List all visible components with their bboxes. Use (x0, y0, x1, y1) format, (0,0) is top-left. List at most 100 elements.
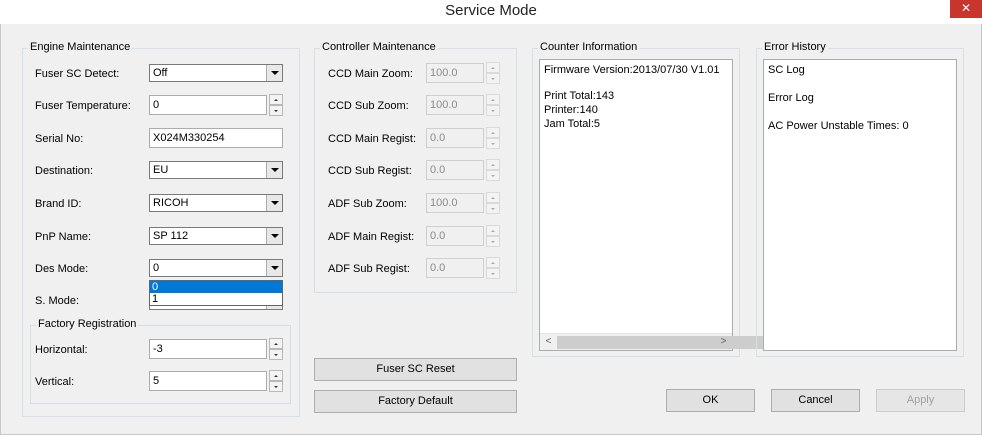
adf-main-regist-value: 0.0 (430, 230, 446, 242)
scroll-right-icon[interactable]: > (715, 334, 732, 351)
spin-down-icon[interactable] (486, 268, 500, 279)
list-item: Printer:140 (544, 104, 598, 116)
des-mode-value: 0 (153, 262, 160, 274)
title-bar: Service Mode ✕ (0, 0, 982, 24)
ccd-sub-zoom-value: 100.0 (430, 99, 458, 111)
spin-up-icon[interactable] (269, 94, 283, 105)
spin-down-icon[interactable] (486, 170, 500, 181)
spin-down-icon[interactable] (486, 138, 500, 149)
ccd-sub-zoom-field[interactable]: 100.0 (426, 95, 484, 115)
vertical-field[interactable]: 5 (149, 371, 267, 391)
spin-down-icon[interactable] (269, 381, 283, 392)
fuser-temperature-value: 0 (153, 99, 160, 111)
adf-sub-regist-label: ADF Sub Regist: (328, 263, 410, 275)
destination-select[interactable]: EU (149, 161, 283, 179)
pnp-name-label: PnP Name: (35, 231, 92, 243)
adf-sub-regist-field[interactable]: 0.0 (426, 258, 484, 278)
brand-id-value: RICOH (153, 197, 189, 209)
fuser-temperature-spinner[interactable] (269, 94, 283, 116)
ccd-main-regist-spinner[interactable] (486, 127, 500, 149)
fuser-temperature-field[interactable]: 0 (149, 95, 267, 115)
destination-label: Destination: (35, 165, 94, 177)
ok-button[interactable]: OK (666, 389, 755, 412)
scroll-left-icon[interactable]: < (540, 334, 557, 351)
ccd-sub-regist-label: CCD Sub Regist: (328, 165, 412, 177)
adf-sub-zoom-field[interactable]: 100.0 (426, 193, 484, 213)
chevron-down-icon[interactable] (266, 65, 282, 81)
fuser-sc-reset-button[interactable]: Fuser SC Reset (314, 358, 517, 381)
cancel-button[interactable]: Cancel (771, 389, 860, 412)
pnp-name-select[interactable]: SP 112 (149, 227, 283, 245)
factory-registration-title: Factory Registration (36, 318, 139, 330)
pnp-name-value: SP 112 (153, 230, 189, 242)
engine-maintenance-title: Engine Maintenance (28, 41, 133, 53)
vertical-spinner[interactable] (269, 370, 283, 392)
chevron-down-icon[interactable] (266, 228, 282, 244)
horizontal-scrollbar[interactable]: < > (540, 333, 797, 351)
list-item: Print Total:143 (544, 90, 615, 102)
ccd-sub-zoom-spinner[interactable] (486, 94, 500, 116)
ccd-main-regist-label: CCD Main Regist: (328, 133, 417, 145)
chevron-down-icon[interactable] (266, 260, 282, 276)
horizontal-label: Horizontal: (35, 344, 88, 356)
chevron-down-icon[interactable] (266, 195, 282, 211)
adf-sub-regist-spinner[interactable] (486, 257, 500, 279)
horizontal-spinner[interactable] (269, 338, 283, 360)
ccd-sub-regist-field[interactable]: 0.0 (426, 160, 484, 180)
ccd-sub-regist-value: 0.0 (430, 164, 446, 176)
chevron-down-icon[interactable] (266, 162, 282, 178)
adf-sub-zoom-value: 100.0 (430, 197, 458, 209)
spin-up-icon[interactable] (486, 94, 500, 105)
spin-up-icon[interactable] (486, 225, 500, 236)
ccd-sub-regist-spinner[interactable] (486, 159, 500, 181)
des-mode-option[interactable]: 0 (150, 281, 282, 293)
destination-value: EU (153, 164, 169, 176)
spin-down-icon[interactable] (486, 236, 500, 247)
des-mode-option[interactable]: 1 (150, 293, 282, 305)
spin-up-icon[interactable] (486, 127, 500, 138)
des-mode-select[interactable]: 0 (149, 259, 283, 277)
adf-sub-zoom-spinner[interactable] (486, 192, 500, 214)
brand-id-select[interactable]: RICOH (149, 194, 283, 212)
close-button[interactable]: ✕ (950, 0, 982, 18)
fuser-sc-detect-label: Fuser SC Detect: (35, 68, 120, 80)
list-item: AC Power Unstable Times: 0 (768, 120, 909, 132)
list-item: Firmware Version:2013/07/30 V1.01 (544, 64, 720, 76)
adf-main-regist-label: ADF Main Regist: (328, 231, 415, 243)
apply-button[interactable]: Apply (876, 389, 965, 412)
fuser-temperature-label: Fuser Temperature: (35, 100, 131, 112)
serial-no-field[interactable]: X024M330254 (149, 128, 283, 148)
fuser-sc-detect-select[interactable]: Off (149, 64, 283, 82)
spin-up-icon[interactable] (486, 62, 500, 73)
spin-down-icon[interactable] (269, 105, 283, 116)
controller-maintenance-title: Controller Maintenance (320, 41, 438, 53)
ccd-main-zoom-spinner[interactable] (486, 62, 500, 84)
spin-down-icon[interactable] (269, 349, 283, 360)
spin-up-icon[interactable] (486, 192, 500, 203)
adf-main-regist-field[interactable]: 0.0 (426, 226, 484, 246)
spin-up-icon[interactable] (269, 370, 283, 381)
spin-down-icon[interactable] (486, 203, 500, 214)
factory-default-button[interactable]: Factory Default (314, 390, 517, 413)
spin-up-icon[interactable] (486, 257, 500, 268)
error-history-listbox[interactable]: SC Log Error Log AC Power Unstable Times… (763, 59, 957, 351)
factory-registration-group: Factory Registration (30, 318, 291, 404)
window-title: Service Mode (445, 2, 537, 19)
spin-up-icon[interactable] (486, 159, 500, 170)
ccd-main-regist-value: 0.0 (430, 132, 446, 144)
spin-down-icon[interactable] (486, 105, 500, 116)
s-mode-label: S. Mode: (35, 295, 80, 307)
spin-up-icon[interactable] (269, 338, 283, 349)
serial-no-label: Serial No: (35, 133, 84, 145)
list-item: Jam Total:5 (544, 118, 601, 130)
ccd-main-regist-field[interactable]: 0.0 (426, 128, 484, 148)
counter-info-listbox[interactable]: Firmware Version:2013/07/30 V1.01 Print … (539, 59, 797, 351)
fuser-sc-detect-value: Off (153, 67, 168, 79)
adf-sub-zoom-label: ADF Sub Zoom: (328, 198, 407, 210)
horizontal-field[interactable]: -3 (149, 339, 267, 359)
adf-sub-regist-value: 0.0 (430, 262, 446, 274)
error-history-title: Error History (762, 41, 828, 53)
adf-main-regist-spinner[interactable] (486, 225, 500, 247)
ccd-main-zoom-field[interactable]: 100.0 (426, 63, 484, 83)
spin-down-icon[interactable] (486, 73, 500, 84)
